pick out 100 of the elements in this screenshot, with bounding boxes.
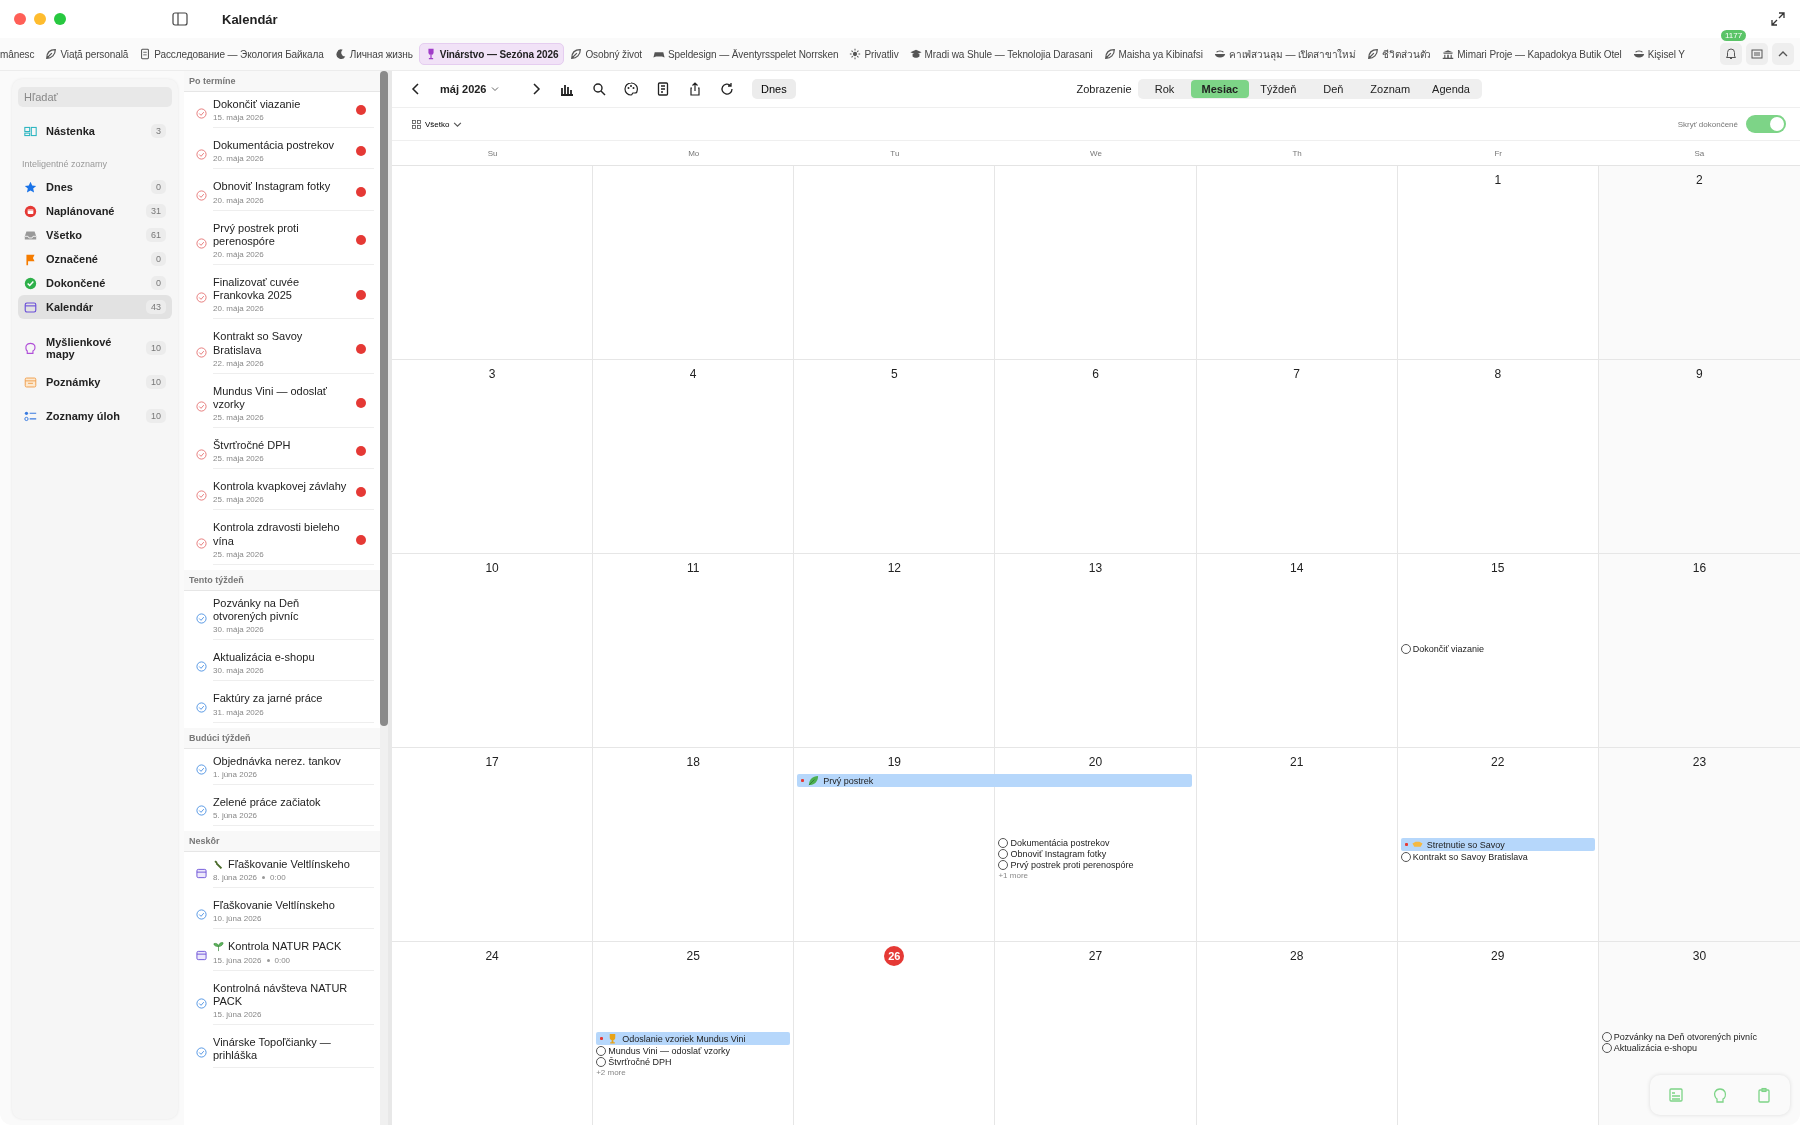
check-circle-icon[interactable]	[196, 537, 207, 549]
notes-icon[interactable]	[1668, 1087, 1684, 1103]
collapse-button[interactable]	[1772, 43, 1794, 65]
project-tab[interactable]: Viață personală	[40, 44, 134, 64]
next-icon[interactable]	[530, 83, 542, 95]
task-title[interactable]: Dokončiť viazanie	[213, 98, 301, 112]
close-button[interactable]	[14, 13, 26, 25]
project-tab[interactable]: Speldesign — Äventyrsspelet Norrsken	[648, 44, 844, 64]
sidebar-item[interactable]: Nástenka 3	[18, 119, 172, 143]
check-circle-icon[interactable]	[196, 764, 207, 776]
task-item[interactable]: Obnoviť Instagram fotky	[998, 849, 1193, 859]
check-circle-icon[interactable]	[196, 400, 207, 412]
previous-icon[interactable]	[410, 83, 422, 95]
task-item[interactable]: Aktualizácia e-shopu	[1601, 1043, 1797, 1053]
project-tab[interactable]: คาเฟ่สวนลุม — เปิดสาขาใหม่	[1208, 42, 1362, 66]
task-title[interactable]: Štvrťročné DPH	[213, 439, 291, 453]
check-circle-icon[interactable]	[196, 346, 207, 358]
task-title[interactable]: Kontrola NATUR PACK	[228, 940, 342, 954]
sidebar-toggle-icon[interactable]	[172, 12, 188, 26]
project-tab[interactable]: Osobný život	[565, 44, 648, 64]
check-circle-icon[interactable]	[196, 1046, 207, 1058]
search-icon[interactable]	[592, 82, 606, 96]
project-tab[interactable]: Личная жизнь	[329, 44, 418, 64]
sidebar-item[interactable]: Zoznamy úloh 10	[18, 399, 172, 433]
task-title[interactable]: Kontrakt so Savoy Bratislava	[213, 330, 353, 357]
share-icon[interactable]	[688, 82, 702, 96]
view-tab[interactable]: Týždeň	[1249, 80, 1308, 98]
event-bar[interactable]: Stretnutie so Savoy	[1400, 838, 1595, 851]
task-title[interactable]: Vinárske Topoľčianky — prihláška	[213, 1035, 353, 1063]
task-item[interactable]: Prvý postrek proti perenospóre	[998, 860, 1193, 870]
project-tab[interactable]: Vinárstvo — Sezóna 2026	[418, 43, 565, 65]
check-circle-icon[interactable]	[196, 805, 207, 817]
clipboard-icon[interactable]	[1756, 1087, 1772, 1103]
search-field[interactable]: Hľadať	[18, 87, 172, 107]
sidebar-item[interactable]: Dokončené 0	[18, 271, 172, 295]
task-title[interactable]: Pozvánky na Deň otvorených pivníc	[213, 596, 353, 624]
task-title[interactable]: Kontrola kvapkovej závlahy	[213, 480, 347, 494]
project-tab[interactable]: ชีวิตส่วนตัว	[1362, 42, 1437, 66]
today-button[interactable]: Dnes	[752, 79, 796, 99]
bell-button[interactable]	[1720, 43, 1742, 65]
project-tab[interactable]: Privatliv	[844, 44, 904, 64]
task-item[interactable]: Dokončiť viazanie	[1400, 644, 1595, 654]
project-tab[interactable]: Расследование — Экология Байкала	[134, 44, 329, 64]
view-tab[interactable]: Rok	[1138, 80, 1191, 98]
task-title[interactable]: Dokumentácia postrekov	[213, 139, 335, 153]
check-circle-icon[interactable]	[196, 489, 207, 501]
task-title[interactable]: Prvý postrek proti perenospóre	[213, 221, 353, 248]
check-circle-icon[interactable]	[196, 148, 207, 160]
task-title[interactable]: Fľaškovanie Veltlínskeho	[228, 857, 350, 872]
check-circle-icon[interactable]	[196, 701, 207, 713]
more-link[interactable]: +2 more	[596, 1068, 791, 1077]
check-circle-icon[interactable]	[196, 448, 207, 460]
sidebar-item[interactable]: Poznámky 10	[18, 365, 172, 399]
check-circle-icon[interactable]	[196, 908, 207, 920]
more-link[interactable]: +1 more	[998, 871, 1193, 880]
month-picker[interactable]: máj 2026	[440, 83, 512, 95]
sidebar-item[interactable]: Všetko 61	[18, 223, 172, 247]
project-tab[interactable]: Maisha ya Kibinafsi	[1098, 44, 1208, 64]
check-circle-icon[interactable]	[196, 613, 207, 624]
check-circle-icon[interactable]	[196, 997, 207, 1009]
bar-chart-icon[interactable]	[560, 82, 574, 96]
task-title[interactable]: Kontrolná návšteva NATUR PACK	[213, 981, 353, 1008]
event-bar[interactable]: Odoslanie vzoriek Mundus Vini	[596, 1032, 791, 1045]
sidebar-item[interactable]: Dnes 0	[18, 175, 172, 199]
task-item[interactable]: Mundus Vini — odoslať vzorky	[596, 1046, 791, 1056]
task-title[interactable]: Mundus Vini — odoslať vzorky	[213, 384, 353, 412]
task-title[interactable]: Kontrola zdravosti bieleho vína	[213, 521, 353, 548]
task-title[interactable]: Fľaškovanie Veltlínskeho	[213, 899, 335, 913]
task-title[interactable]: Objednávka nerez. tankov	[213, 754, 341, 768]
sidebar-item[interactable]: Naplánované 31	[18, 199, 172, 223]
check-circle-icon[interactable]	[196, 292, 207, 304]
task-item[interactable]: Štvrťročné DPH	[596, 1057, 791, 1067]
sidebar-item[interactable]: Kalendár 43	[18, 295, 172, 319]
palette-icon[interactable]	[624, 82, 638, 96]
scrollbar-thumb[interactable]	[380, 71, 388, 726]
view-tab[interactable]: Deň	[1307, 80, 1360, 98]
hide-completed-toggle[interactable]	[1746, 115, 1786, 133]
view-tab[interactable]: Agenda	[1421, 80, 1481, 98]
sidebar-item[interactable]: Myšlienkové mapy 10	[18, 331, 172, 365]
task-title[interactable]: Aktualizácia e-shopu	[213, 651, 315, 665]
task-title[interactable]: Zelené práce začiatok	[213, 795, 321, 809]
task-item[interactable]: Pozvánky na Deň otvorených pivníc	[1601, 1032, 1797, 1042]
event-bar[interactable]: Prvý postrek	[797, 774, 1192, 787]
zoom-button[interactable]	[54, 13, 66, 25]
check-circle-icon[interactable]	[196, 237, 207, 249]
view-tab[interactable]: Mesiac	[1190, 80, 1250, 98]
filter-dropdown[interactable]: Všetko	[406, 118, 469, 130]
check-circle-icon[interactable]	[196, 660, 207, 672]
project-tab[interactable]: Mradi wa Shule — Teknolojia Darasani	[904, 44, 1098, 64]
minimize-button[interactable]	[34, 13, 46, 25]
view-tab[interactable]: Zoznam	[1359, 80, 1422, 98]
task-item[interactable]: Dokumentácia postrekov	[998, 838, 1193, 848]
task-item[interactable]: Kontrakt so Savoy Bratislava	[1400, 852, 1595, 862]
project-tab[interactable]: Kişisel Y	[1627, 44, 1690, 64]
refresh-icon[interactable]	[720, 82, 734, 96]
project-tab[interactable]: mânesc	[0, 44, 40, 64]
task-title[interactable]: Faktúry za jarné práce	[213, 692, 323, 706]
expand-icon[interactable]	[1770, 11, 1786, 27]
task-title[interactable]: Obnoviť Instagram fotky	[213, 180, 331, 194]
task-title[interactable]: Finalizovať cuvée Frankovka 2025	[213, 275, 353, 303]
